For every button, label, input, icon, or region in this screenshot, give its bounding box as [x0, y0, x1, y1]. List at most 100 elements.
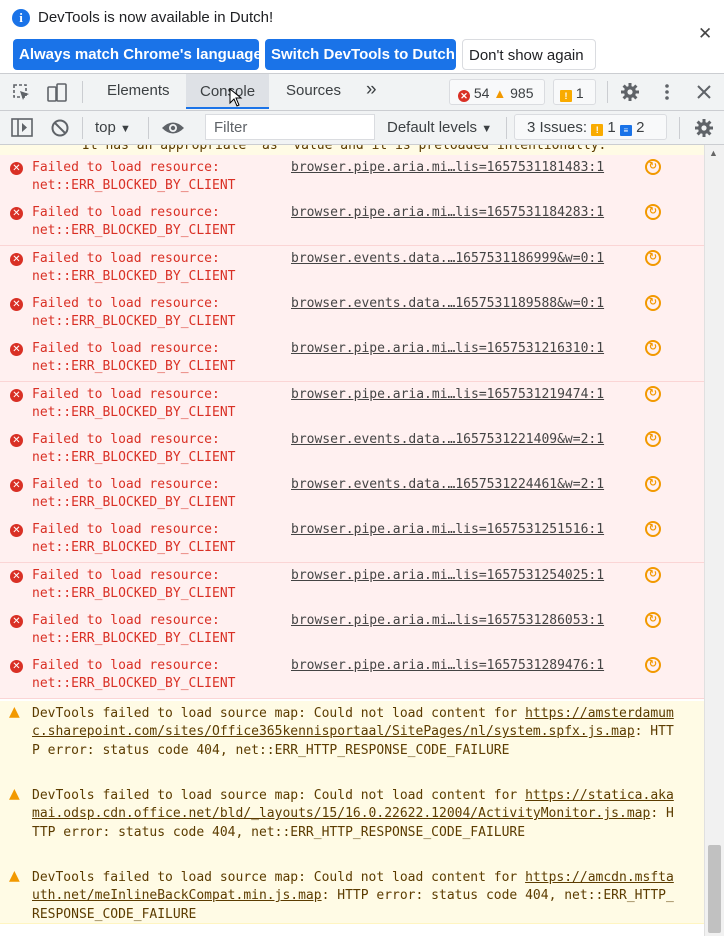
error-count: 54	[473, 85, 490, 101]
error-source-link[interactable]: browser.pipe.aria.mi…lis=1657531286053:1	[291, 612, 635, 630]
error-message-line1: Failed to load resource:	[32, 522, 220, 537]
more-tabs-icon[interactable]: »	[366, 79, 377, 101]
context-value: top	[95, 119, 116, 136]
error-source-link[interactable]: browser.events.data.…1657531224461&w=2:1	[291, 476, 635, 494]
error-message-line2: net::ERR_BLOCKED_BY_CLIENT	[32, 676, 236, 691]
issues-label: 3 Issues:	[527, 119, 588, 136]
console-message-partial: It has an appropriate `as` value and it …	[0, 145, 704, 155]
tab-console[interactable]: Console	[186, 74, 270, 109]
error-source-link[interactable]: browser.events.data.…1657531221409&w=2:1	[291, 431, 635, 449]
warning-prefix: DevTools failed to load source map: Coul…	[32, 788, 526, 803]
console-error-row: ✕ Failed to load resource:net::ERR_BLOCKE…	[0, 427, 704, 473]
info-icon: i	[12, 9, 30, 27]
warning-prefix: DevTools failed to load source map: Coul…	[32, 870, 526, 885]
error-source-link[interactable]: browser.pipe.aria.mi…lis=1657531289476:1	[291, 657, 635, 675]
divider	[82, 117, 83, 139]
error-source-link[interactable]: browser.pipe.aria.mi…lis=1657531184283:1	[291, 204, 635, 222]
error-source-link[interactable]: browser.events.data.…1657531189588&w=0:1	[291, 295, 635, 313]
issues-info-count: 2	[636, 119, 645, 136]
error-message-line1: Failed to load resource:	[32, 432, 220, 447]
error-message-line1: Failed to load resource:	[32, 387, 220, 402]
error-message-line2: net::ERR_BLOCKED_BY_CLIENT	[32, 495, 236, 510]
console-error-row: ✕ Failed to load resource: net::ERR_BLOCKE…	[0, 563, 704, 609]
request-blocked-icon[interactable]: ↻	[645, 204, 661, 220]
request-blocked-icon[interactable]: ↻	[645, 159, 661, 175]
error-source-link[interactable]: browser.pipe.aria.mi…lis=1657531181483:1	[291, 159, 635, 177]
divider	[148, 117, 149, 139]
filter-input[interactable]	[205, 114, 375, 140]
error-source-link[interactable]: browser.pipe.aria.mi…lis=1657531216310:1	[291, 340, 635, 358]
console-error-row: ✕ Failed to load resource: net::ERR_BLOCKE…	[0, 653, 704, 699]
clear-console-icon[interactable]	[50, 118, 70, 138]
switch-to-dutch-button[interactable]: Switch DevTools to Dutch	[265, 39, 456, 70]
request-blocked-icon[interactable]: ↻	[645, 295, 661, 311]
close-icon[interactable]: ✕	[698, 24, 712, 44]
error-icon: ✕	[10, 207, 23, 220]
live-expression-eye-icon[interactable]	[161, 120, 185, 136]
error-message-line1: Failed to load resource:	[32, 568, 220, 583]
error-message-line2: net::ERR_BLOCKED_BY_CLIENT	[32, 540, 236, 555]
scrollbar-thumb[interactable]	[708, 845, 721, 933]
error-message-line2: net::ERR_BLOCKED_BY_CLIENT	[32, 450, 236, 465]
error-source-link[interactable]: browser.pipe.aria.mi…lis=1657531251516:1	[291, 521, 635, 539]
error-icon: ✕	[10, 389, 23, 402]
console-settings-gear-icon[interactable]	[694, 118, 714, 138]
warning-icon: ▲	[9, 704, 20, 720]
warning-icon: ▲	[9, 868, 20, 884]
request-blocked-icon[interactable]: ↻	[645, 340, 661, 356]
error-source-link[interactable]: browser.pipe.aria.mi…lis=1657531219474:1	[291, 386, 635, 404]
console-error-row: ✕ Failed to load resource: net::ERR_BLOCKE…	[0, 336, 704, 382]
error-icon: ✕	[458, 90, 470, 102]
kebab-menu-icon[interactable]	[663, 83, 671, 103]
sidebar-toggle-icon[interactable]	[11, 118, 33, 138]
console-error-row: ✕ Failed to load resource: net::ERR_BLOCKE…	[0, 291, 704, 337]
error-message-line1: Failed to load resource:	[32, 341, 220, 356]
context-selector[interactable]: top ▼	[95, 119, 131, 136]
console-error-row: ✕ Failed to load resource: net::ERR_BLOCKE…	[0, 200, 704, 246]
console-scrollbar[interactable]: ▲	[704, 145, 724, 936]
device-toolbar-icon[interactable]	[46, 82, 68, 104]
error-message-line2: net::ERR_BLOCKED_BY_CLIENT	[32, 314, 236, 329]
console-error-row: ✕ Failed to load resource: net::ERR_BLOCKE…	[0, 608, 704, 654]
error-source-link[interactable]: browser.events.data.…1657531186999&w=0:1	[291, 250, 635, 268]
request-blocked-icon[interactable]: ↻	[645, 386, 661, 402]
error-source-link[interactable]: browser.pipe.aria.mi…lis=1657531254025:1	[291, 567, 635, 585]
error-icon: ✕	[10, 524, 23, 537]
error-message-line1: Failed to load resource:	[32, 205, 220, 220]
dont-show-again-button[interactable]: Don't show again	[462, 39, 596, 70]
console-warning-row: ▲ DevTools failed to load source map: Cou…	[0, 865, 704, 924]
error-icon: ✕	[10, 570, 23, 583]
request-blocked-icon[interactable]: ↻	[645, 431, 661, 447]
issues-button[interactable]: 3 Issues: ! 1 ≡ 2	[514, 114, 667, 140]
warning-icon: ▲	[9, 786, 20, 802]
tab-sources[interactable]: Sources	[286, 82, 341, 99]
issue-warning-icon: !	[591, 124, 604, 136]
request-blocked-icon[interactable]: ↻	[645, 612, 661, 628]
log-levels-dropdown[interactable]: Default levels ▼	[387, 119, 492, 136]
request-blocked-icon[interactable]: ↻	[645, 567, 661, 583]
warning-prefix: DevTools failed to load source map: Coul…	[32, 706, 526, 721]
always-match-language-button[interactable]: Always match Chrome's language	[13, 39, 262, 70]
error-icon: ✕	[10, 343, 23, 356]
log-levels-label: Default levels	[387, 119, 478, 136]
issue-count: 1	[575, 85, 584, 101]
request-blocked-icon[interactable]: ↻	[645, 521, 661, 537]
inspect-element-icon[interactable]	[12, 83, 32, 103]
request-blocked-icon[interactable]: ↻	[645, 476, 661, 492]
tab-elements[interactable]: Elements	[107, 82, 170, 99]
issues-counter[interactable]: ! 1	[553, 79, 596, 105]
error-message-line2: net::ERR_BLOCKED_BY_CLIENT	[32, 269, 236, 284]
error-icon: ✕	[10, 253, 23, 266]
request-blocked-icon[interactable]: ↻	[645, 657, 661, 673]
request-blocked-icon[interactable]: ↻	[645, 250, 661, 266]
close-devtools-icon[interactable]	[696, 84, 712, 100]
warning-icon: ▲	[493, 86, 507, 101]
warning-message: DevTools failed to load source map: Coul…	[32, 705, 680, 760]
console-error-row: ✕ Failed to load resource: net::ERR_BLOCKE…	[0, 382, 704, 428]
dropdown-arrow-icon: ▼	[481, 123, 493, 135]
error-warning-counter[interactable]: ✕ 54 ▲ 985	[449, 79, 545, 105]
settings-gear-icon[interactable]	[620, 82, 640, 102]
error-icon: ✕	[10, 434, 23, 447]
console-error-row: ✕ Failed to load resource:net::ERR_BLOCKE…	[0, 517, 704, 563]
scroll-up-arrow-icon[interactable]: ▲	[709, 148, 718, 158]
